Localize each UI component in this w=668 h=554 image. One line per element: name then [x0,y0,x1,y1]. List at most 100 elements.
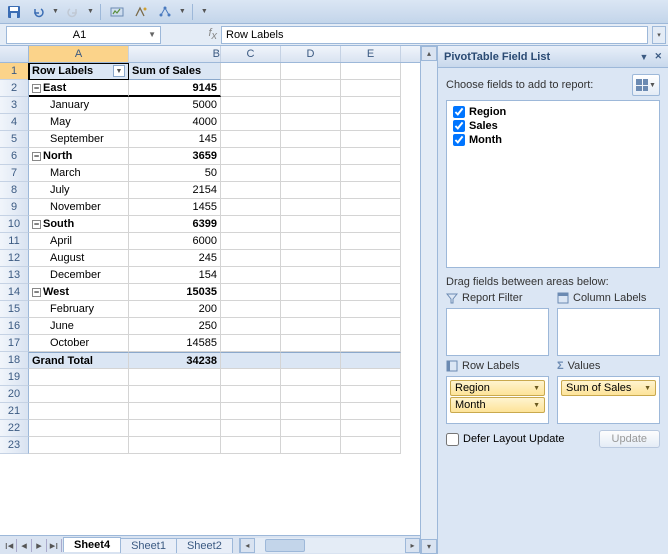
collapse-icon[interactable]: − [32,288,41,297]
cell[interactable] [129,369,221,386]
cell[interactable] [281,165,341,182]
cell[interactable]: 15035 [129,284,221,301]
area-box-columns[interactable] [557,308,660,356]
cell[interactable] [221,182,281,199]
formula-bar[interactable]: Row Labels [221,26,648,44]
cell[interactable] [221,301,281,318]
cell[interactable] [281,369,341,386]
cell[interactable]: 4000 [129,114,221,131]
area-box-filter[interactable] [446,308,549,356]
row-header[interactable]: 17 [0,335,29,352]
qat-tool-3[interactable] [155,2,175,22]
name-box-dropdown-icon[interactable]: ▼ [148,30,156,39]
cell[interactable] [341,352,401,369]
cell[interactable] [341,97,401,114]
cell[interactable] [341,199,401,216]
cell[interactable] [281,216,341,233]
cell[interactable] [281,301,341,318]
cell[interactable] [221,131,281,148]
cell[interactable] [281,267,341,284]
row-header[interactable]: 6 [0,148,29,165]
cell[interactable] [221,437,281,454]
cell[interactable] [221,233,281,250]
cell[interactable] [221,267,281,284]
row-header[interactable]: 14 [0,284,29,301]
cell[interactable] [341,131,401,148]
row-header[interactable]: 9 [0,199,29,216]
name-box[interactable]: A1 ▼ [6,26,161,44]
field-checkbox[interactable] [453,120,465,132]
fx-icon[interactable]: fx [208,27,217,42]
cell[interactable] [29,369,129,386]
row-header[interactable]: 20 [0,386,29,403]
cell[interactable] [341,63,401,80]
row-header[interactable]: 10 [0,216,29,233]
cell[interactable]: August [29,250,129,267]
cell[interactable]: December [29,267,129,284]
row-header[interactable]: 18 [0,352,29,369]
row-header[interactable]: 16 [0,318,29,335]
row-header[interactable]: 2 [0,80,29,97]
row-header[interactable]: 19 [0,369,29,386]
cell[interactable] [221,199,281,216]
cell[interactable]: 145 [129,131,221,148]
horizontal-scrollbar[interactable]: ◂ ▸ [239,538,420,553]
pivot-values-header[interactable]: Sum of Sales [129,63,221,80]
cell[interactable] [281,148,341,165]
filter-dropdown-icon[interactable]: ▼ [113,65,125,77]
cell[interactable]: February [29,301,129,318]
cell[interactable] [341,437,401,454]
row-header[interactable]: 3 [0,97,29,114]
column-header-c[interactable]: C [221,46,281,62]
cell[interactable] [281,420,341,437]
cell[interactable]: May [29,114,129,131]
cell[interactable] [129,386,221,403]
cell[interactable] [341,284,401,301]
cell[interactable]: 250 [129,318,221,335]
cell[interactable]: 6000 [129,233,221,250]
qat-tool-1[interactable] [107,2,127,22]
row-header[interactable]: 22 [0,420,29,437]
vertical-scrollbar[interactable]: ▴ ▾ [420,46,437,554]
cell[interactable]: July [29,182,129,199]
cell[interactable] [281,63,341,80]
cell[interactable]: −South [29,216,129,233]
cell[interactable]: November [29,199,129,216]
qat-tool-2[interactable] [131,2,151,22]
cell[interactable] [221,216,281,233]
undo-button[interactable] [28,2,48,22]
cell[interactable] [341,403,401,420]
row-header[interactable]: 1 [0,63,29,80]
formula-bar-expand-button[interactable]: ▾ [652,26,666,44]
cell[interactable] [281,403,341,420]
cell[interactable] [221,250,281,267]
cell[interactable] [341,267,401,284]
cell[interactable] [29,420,129,437]
cell[interactable]: 14585 [129,335,221,352]
cell[interactable] [221,148,281,165]
field-item[interactable]: Month [451,133,655,147]
cell[interactable] [29,403,129,420]
cell[interactable]: 245 [129,250,221,267]
cell[interactable]: 200 [129,301,221,318]
field-checkbox[interactable] [453,134,465,146]
pane-menu-icon[interactable]: ▼ [640,52,649,62]
cell[interactable] [221,403,281,420]
collapse-icon[interactable]: − [32,220,41,229]
cell[interactable] [281,352,341,369]
cell[interactable] [129,420,221,437]
cell[interactable]: −East [29,80,129,97]
cell[interactable] [221,80,281,97]
cell[interactable]: 5000 [129,97,221,114]
cell[interactable] [341,335,401,352]
cell[interactable] [221,420,281,437]
row-header[interactable]: 15 [0,301,29,318]
cell[interactable] [221,284,281,301]
row-header[interactable]: 5 [0,131,29,148]
row-header[interactable]: 23 [0,437,29,454]
cell[interactable]: September [29,131,129,148]
row-header[interactable]: 7 [0,165,29,182]
cell[interactable]: 3659 [129,148,221,165]
redo-button[interactable] [63,2,83,22]
cell[interactable]: 34238 [129,352,221,369]
